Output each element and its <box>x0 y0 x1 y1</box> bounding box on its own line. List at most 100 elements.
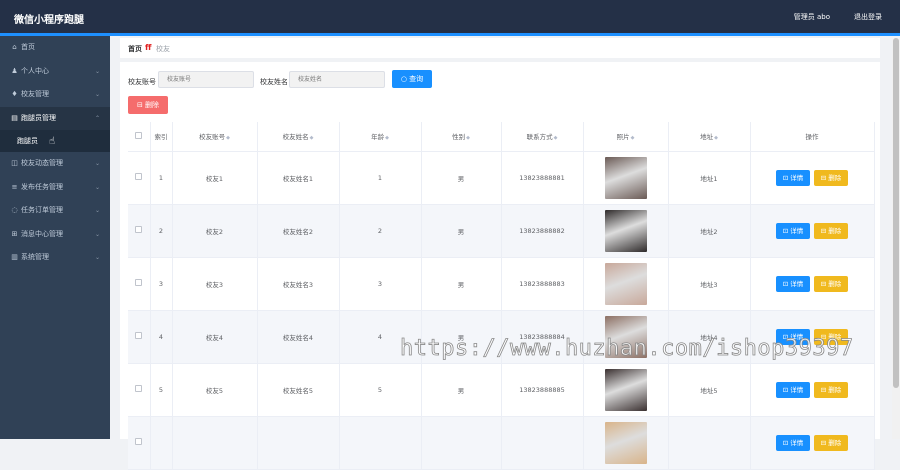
power-icon: ◌ <box>11 206 18 214</box>
chat-icon: ◫ <box>11 159 18 167</box>
chevron-icon: ⌄ <box>94 67 100 75</box>
detail-button[interactable]: ⊡ 详情 <box>776 328 810 345</box>
chevron-icon: ⌄ <box>94 254 100 261</box>
sidebar-item-8[interactable]: ⊞ 消息中心管理 ⌄ <box>0 223 110 247</box>
query-button[interactable]: ○ 查询 <box>392 70 432 88</box>
cell-actions: ⊡ 详情 ⊟ 删除 <box>750 363 875 417</box>
cell-photo <box>583 204 669 258</box>
chevron-icon: ⌃ <box>94 114 100 122</box>
header-actions: 操作 <box>750 122 875 152</box>
cell-age: 3 <box>339 257 422 311</box>
select-all-checkbox[interactable] <box>128 122 151 152</box>
chevron-icon: ⌄ <box>94 230 100 238</box>
cell-age: 2 <box>339 204 422 258</box>
alumni-photo <box>604 209 647 252</box>
cell-address: 地址5 <box>668 363 751 417</box>
delete-button[interactable]: ⊟ 删除 <box>814 169 848 186</box>
cell-phone: 13823888883 <box>501 257 584 311</box>
cell-gender: 男 <box>421 151 502 205</box>
detail-button[interactable]: ⊡ 详情 <box>776 169 810 186</box>
cell-account: 校友5 <box>172 363 258 417</box>
accent-bar <box>0 33 900 36</box>
cell-gender: 男 <box>421 310 502 364</box>
message-icon: ⊞ <box>11 229 18 238</box>
delete-button[interactable]: ⊟ 删除 <box>814 328 848 345</box>
header-phone[interactable]: 联系方式◆ <box>501 122 584 152</box>
breadcrumb-home[interactable]: 首页 <box>128 44 142 54</box>
page-scrollbar[interactable] <box>892 38 900 439</box>
row-checkbox[interactable] <box>128 310 151 364</box>
table-row: ⊡ 详情 ⊟ 删除 <box>128 416 875 470</box>
sidebar-item-9[interactable]: ▥ 系统管理 ⌄ <box>0 246 110 270</box>
delete-button[interactable]: ⊟ 删除 <box>814 434 848 451</box>
name-label: 校友姓名 <box>260 78 288 86</box>
sidebar-item-2[interactable]: ♦ 校友管理 ⌄ <box>0 83 110 107</box>
detail-button[interactable]: ⊡ 详情 <box>776 275 810 292</box>
cell-actions: ⊡ 详情 ⊟ 删除 <box>750 416 875 470</box>
header-name[interactable]: 校友姓名◆ <box>257 122 340 152</box>
account-input[interactable] <box>158 71 254 88</box>
header-age[interactable]: 年龄◆ <box>339 122 422 152</box>
cell-phone <box>501 416 584 470</box>
batch-delete-button[interactable]: ⊟ 删除 <box>128 96 168 114</box>
header-index: 索引 <box>150 122 173 152</box>
header-gender[interactable]: 性别◆ <box>421 122 502 152</box>
sidebar-item-5[interactable]: ◫ 校友动态管理 ⌄ <box>0 152 110 176</box>
alumni-photo <box>604 156 647 199</box>
cell-account: 校友3 <box>172 257 258 311</box>
cell-address: 地址2 <box>668 204 751 258</box>
detail-button[interactable]: ⊡ 详情 <box>776 381 810 398</box>
cell-name: 校友姓名2 <box>257 204 340 258</box>
cell-actions: ⊡ 详情 ⊟ 删除 <box>750 151 875 205</box>
row-checkbox[interactable] <box>128 363 151 417</box>
alumni-photo <box>604 315 647 358</box>
sidebar-item-label: 任务订单管理 <box>21 206 63 214</box>
cell-account: 校友1 <box>172 151 258 205</box>
cell-name <box>257 416 340 470</box>
sidebar-item-1[interactable]: ♟ 个人中心 ⌄ <box>0 60 110 84</box>
header-photo[interactable]: 照片◆ <box>583 122 669 152</box>
alumni-photo <box>604 368 647 411</box>
main-panel: 校友账号 校友姓名 ○ 查询 ⊟ 删除 索引 校友账号◆ 校友姓名◆ 年龄◆ 性… <box>120 62 880 470</box>
delete-button[interactable]: ⊟ 删除 <box>814 381 848 398</box>
header-account[interactable]: 校友账号◆ <box>172 122 258 152</box>
breadcrumb: 首页 ff 校友 <box>120 38 880 58</box>
row-checkbox[interactable] <box>128 416 151 470</box>
cell-age: 5 <box>339 363 422 417</box>
sidebar: ⌂ 首页 ♟ 个人中心 ⌄ ♦ 校友管理 ⌄ ▤ 跑腿员管理 ⌃ 跑腿员 ◫ 校友动态管理 ⌄ ≡ 发布任务管理… <box>0 36 110 439</box>
delete-button[interactable]: ⊟ 删除 <box>814 222 848 239</box>
cell-photo <box>583 416 669 470</box>
cell-name: 校友姓名4 <box>257 310 340 364</box>
logout-link[interactable]: 退出登录 <box>854 12 882 22</box>
scrollbar-thumb[interactable] <box>893 38 899 388</box>
row-checkbox[interactable] <box>128 257 151 311</box>
name-input[interactable] <box>289 71 385 88</box>
cell-phone: 13823888882 <box>501 204 584 258</box>
cell-account: 校友4 <box>172 310 258 364</box>
table-row: 5 校友5 校友姓名5 5 男 13823888885 地址5 ⊡ 详情 ⊟ 删除 <box>128 363 875 417</box>
header-address[interactable]: 地址◆ <box>668 122 751 152</box>
task-icon: ≡ <box>11 182 18 191</box>
sidebar-item-0[interactable]: ⌂ 首页 <box>0 36 110 60</box>
cell-index: 3 <box>150 257 173 311</box>
cell-photo <box>583 310 669 364</box>
sidebar-item-7[interactable]: ◌ 任务订单管理 ⌄ <box>0 199 110 223</box>
table-row: 4 校友4 校友姓名4 4 男 13823888884 地址4 ⊡ 详情 ⊟ 删除 <box>128 310 875 364</box>
runner-icon: ▤ <box>11 113 18 122</box>
cell-account: 校友2 <box>172 204 258 258</box>
sidebar-item-3[interactable]: ▤ 跑腿员管理 ⌃ <box>0 106 110 130</box>
detail-button[interactable]: ⊡ 详情 <box>776 222 810 239</box>
detail-button[interactable]: ⊡ 详情 <box>776 434 810 451</box>
cell-name: 校友姓名1 <box>257 151 340 205</box>
table-row: 1 校友1 校友姓名1 1 男 13823888881 地址1 ⊡ 详情 ⊟ 删除 <box>128 151 875 205</box>
cell-name: 校友姓名3 <box>257 257 340 311</box>
chevron-icon: ⌄ <box>94 91 100 98</box>
delete-button[interactable]: ⊟ 删除 <box>814 275 848 292</box>
row-checkbox[interactable] <box>128 204 151 258</box>
breadcrumb-separator: ff <box>145 43 152 52</box>
app-title: 微信小程序跑腿 <box>14 15 84 26</box>
cell-address <box>668 416 751 470</box>
row-checkbox[interactable] <box>128 151 151 205</box>
sidebar-item-6[interactable]: ≡ 发布任务管理 ⌄ <box>0 176 110 200</box>
alumni-table: 索引 校友账号◆ 校友姓名◆ 年龄◆ 性别◆ 联系方式◆ 照片◆ 地址◆ 操作 … <box>128 122 875 470</box>
